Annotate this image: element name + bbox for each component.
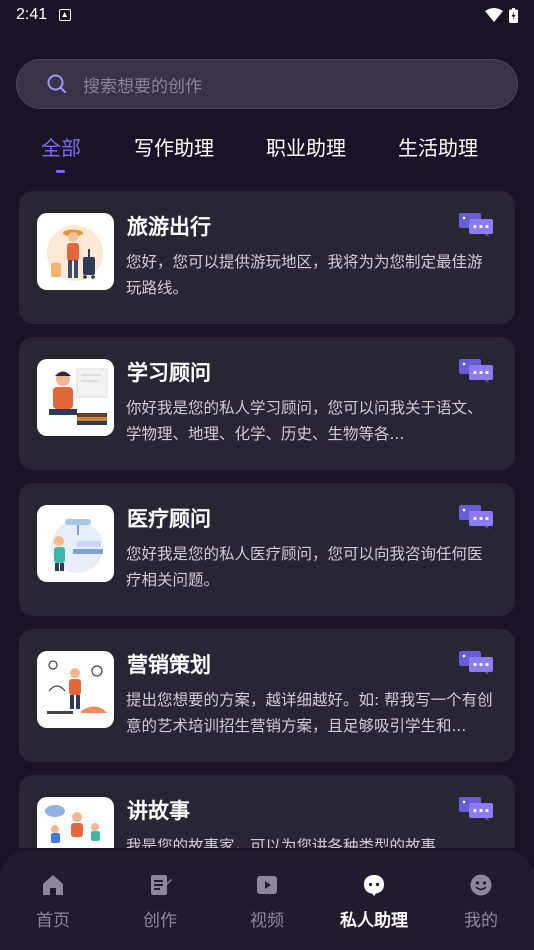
- notification-icon: [59, 9, 72, 21]
- category-tabs: 全部 写作助理 职业助理 生活助理: [0, 132, 534, 182]
- search-input[interactable]: 搜索想要的创作: [83, 72, 202, 97]
- status-time: 2:41: [16, 6, 48, 23]
- card-title: 学习顾问: [127, 361, 211, 385]
- assistant-card-storytelling[interactable]: 讲故事 我是您的故事家，可以为您讲各种类型的故事: [19, 775, 515, 848]
- marketing-illustration: [37, 651, 114, 728]
- search-icon: [47, 74, 66, 93]
- nav-create[interactable]: 创作: [110, 872, 210, 931]
- card-description: 你好我是您的私人学习顾问，您可以问我关于语文、学物理、地理、化学、历史、生物等各…: [126, 399, 483, 443]
- nav-personal-assistant-label: 私人助理: [340, 911, 408, 931]
- assistant-card-travel[interactable]: 旅游出行 您好，您可以提供游玩地区，我将为为您制定最佳游玩路线。: [19, 191, 515, 324]
- video-icon: [257, 876, 277, 894]
- nav-personal-assistant[interactable]: 私人助理: [324, 872, 424, 931]
- wifi-icon: [485, 8, 503, 22]
- chat-bubble-icon[interactable]: [459, 651, 493, 675]
- card-title: 医疗顾问: [127, 507, 211, 531]
- card-title: 旅游出行: [127, 215, 211, 239]
- card-description: 我是您的故事家，可以为您讲各种类型的故事: [126, 837, 437, 848]
- tab-all[interactable]: 全部: [41, 132, 81, 161]
- nav-home[interactable]: 首页: [3, 872, 103, 931]
- tab-active-indicator: [56, 170, 65, 173]
- card-description: 您好，您可以提供游玩地区，我将为为您制定最佳游玩路线。: [126, 253, 483, 297]
- profile-icon: [470, 874, 492, 896]
- nav-video-label: 视频: [250, 911, 284, 931]
- home-icon: [43, 875, 63, 895]
- tab-writing-assistant[interactable]: 写作助理: [134, 132, 214, 161]
- chat-bubble-icon[interactable]: [459, 797, 493, 821]
- nav-profile[interactable]: 我的: [431, 872, 531, 931]
- card-title: 讲故事: [127, 799, 190, 823]
- edit-icon: [151, 875, 172, 895]
- nav-video[interactable]: 视频: [217, 872, 317, 931]
- status-bar: 2:41: [0, 0, 534, 30]
- traveler-illustration: [37, 213, 114, 290]
- bottom-navigation: 首页 创作 视频 私人助理 我的: [0, 850, 534, 950]
- status-right-icons: [485, 7, 518, 23]
- nav-profile-label: 我的: [464, 911, 498, 931]
- search-bar[interactable]: 搜索想要的创作: [16, 59, 518, 109]
- battery-icon: [509, 7, 518, 23]
- tab-life-assistant[interactable]: 生活助理: [398, 132, 478, 161]
- chat-bubble-icon[interactable]: [459, 213, 493, 237]
- storyteller-illustration: [37, 797, 114, 848]
- doctor-illustration: [37, 505, 114, 582]
- card-title: 营销策划: [127, 653, 211, 677]
- assistant-card-list: 旅游出行 您好，您可以提供游玩地区，我将为为您制定最佳游玩路线。 学习顾问 你好…: [19, 191, 515, 848]
- assistant-card-medical[interactable]: 医疗顾问 您好我是您的私人医疗顾问，您可以向我咨询任何医疗相关问题。: [19, 483, 515, 616]
- assistant-card-marketing[interactable]: 营销策划 提出您想要的方案，越详细越好。如: 帮我写一个有创意的艺术培训招生营销…: [19, 629, 515, 762]
- chat-bubble-icon[interactable]: [459, 359, 493, 383]
- card-description: 提出您想要的方案，越详细越好。如: 帮我写一个有创意的艺术培训招生营销方案，且足…: [126, 691, 493, 735]
- assistant-card-study[interactable]: 学习顾问 你好我是您的私人学习顾问，您可以问我关于语文、学物理、地理、化学、历史…: [19, 337, 515, 470]
- chat-bubble-icon[interactable]: [459, 505, 493, 529]
- tab-career-assistant[interactable]: 职业助理: [266, 132, 346, 161]
- assistant-chat-icon: [364, 875, 384, 896]
- card-description: 您好我是您的私人医疗顾问，您可以向我咨询任何医疗相关问题。: [126, 545, 483, 589]
- nav-create-label: 创作: [143, 911, 177, 931]
- nav-home-label: 首页: [36, 911, 70, 931]
- student-illustration: [37, 359, 114, 436]
